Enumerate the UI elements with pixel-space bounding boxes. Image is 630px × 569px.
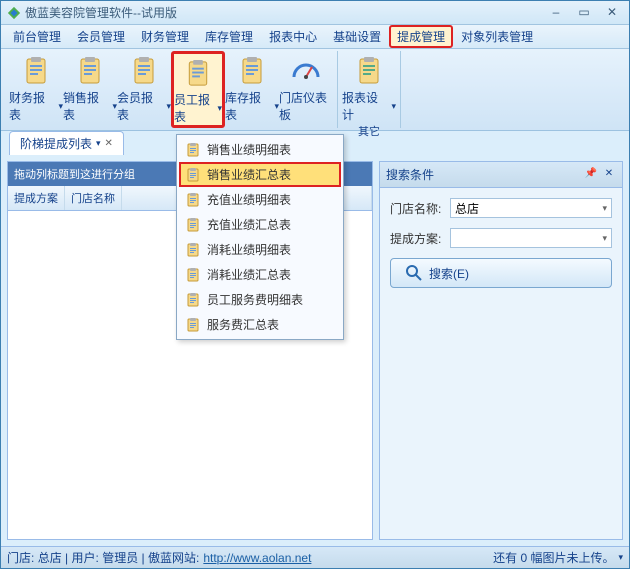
finance-report-button[interactable]: 财务报表▾ [9,51,63,128]
menu-item[interactable]: 库存管理 [197,25,261,48]
chevron-down-icon: ▾ [96,138,101,149]
clipboard-icon [185,142,201,158]
dropdown-item[interactable]: 消耗业绩明细表 [179,237,341,262]
menu-item[interactable]: 财务管理 [133,25,197,48]
maximize-button[interactable]: ▭ [573,5,595,21]
search-button[interactable]: 搜索(E) [390,258,612,288]
dropdown-item-label: 销售业绩明细表 [207,141,291,158]
search-panel: 搜索条件 📌 ✕ 门店名称: 总店 ▾ 提成方案: [379,161,623,540]
store-value: 总店 [455,200,479,217]
dropdown-item-label: 员工服务费明细表 [207,291,303,308]
app-logo-icon [7,6,21,20]
dropdown-item-label: 消耗业绩汇总表 [207,266,291,283]
chevron-down-icon: ▾ [602,203,607,214]
search-panel-title: 搜索条件 [386,166,434,183]
clipboard-icon [74,55,106,87]
column-header[interactable]: 门店名称 [65,186,122,210]
menu-item[interactable]: 对象列表管理 [453,25,541,48]
pin-icon[interactable]: 📌 [584,168,598,182]
menu-item[interactable]: 前台管理 [5,25,69,48]
tab-commission-list[interactable]: 阶梯提成列表 ▾ ✕ [9,131,124,155]
clipboard-icon [236,55,268,87]
tab-close-icon[interactable]: ✕ [105,138,113,149]
status-site-link[interactable]: http://www.aolan.net [203,551,311,565]
clipboard-icon [185,292,201,308]
toolbar-button-label: 会员报表 [117,89,164,123]
toolbar-button-label: 门店仪表板 [279,89,333,123]
panel-close-icon[interactable]: ✕ [602,168,616,182]
status-store-label: 门店: [7,549,34,566]
menu-item[interactable]: 基础设置 [325,25,389,48]
stock-report-button[interactable]: 库存报表▾ [225,51,279,128]
toolbar-button-label: 销售报表 [63,89,110,123]
status-store-value: 总店 [38,549,62,566]
plan-label: 提成方案: [390,230,450,247]
chevron-down-icon: ▾ [217,103,222,114]
clipboard-icon [182,58,214,89]
tab-label: 阶梯提成列表 [20,135,92,152]
store-label: 门店名称: [390,200,450,217]
dropdown-item[interactable]: 充值业绩汇总表 [179,212,341,237]
toolbar-button-label: 财务报表 [9,89,56,123]
window-title: 傲蓝美容院管理软件--试用版 [25,4,545,21]
report-design-button[interactable]: 报表设计▾ [342,51,396,123]
dropdown-item[interactable]: 充值业绩明细表 [179,187,341,212]
clipboard-icon [185,217,201,233]
dropdown-item-label: 销售业绩汇总表 [207,166,291,183]
search-icon [405,264,423,282]
staff-report-dropdown: 销售业绩明细表销售业绩汇总表充值业绩明细表充值业绩汇总表消耗业绩明细表消耗业绩汇… [176,134,344,340]
column-header[interactable]: 提成方案 [8,186,65,210]
status-upload: 还有 0 幅图片未上传。 [493,549,614,566]
status-user-label: 用户: [72,549,99,566]
chevron-down-icon: ▾ [391,101,396,112]
clipboard-icon [185,267,201,283]
menu-item[interactable]: 报表中心 [261,25,325,48]
status-user-value: 管理员 [102,549,138,566]
chevron-down-icon: ▾ [618,552,623,563]
dropdown-item-label: 服务费汇总表 [207,316,279,333]
dropdown-item[interactable]: 销售业绩汇总表 [179,162,341,187]
chevron-down-icon: ▾ [602,233,607,244]
dashboard-button[interactable]: 门店仪表板 [279,51,333,128]
clipboard-icon [128,55,160,87]
search-panel-header: 搜索条件 📌 ✕ [380,162,622,188]
clipboard-icon [20,55,52,87]
toolbar-group-label: 其它 [358,123,380,141]
clipboard-icon [185,317,201,333]
clipboard-icon [185,167,201,183]
dropdown-item[interactable]: 员工服务费明细表 [179,287,341,312]
dropdown-item-label: 充值业绩汇总表 [207,216,291,233]
clipboard-icon [185,242,201,258]
staff-report-button[interactable]: 员工报表▾ [171,51,225,128]
member-report-button[interactable]: 会员报表▾ [117,51,171,128]
minimize-button[interactable]: – [545,5,567,21]
dropdown-item[interactable]: 服务费汇总表 [179,312,341,337]
close-button[interactable]: ✕ [601,5,623,21]
sales-report-button[interactable]: 销售报表▾ [63,51,117,128]
toolbar: 财务报表▾销售报表▾会员报表▾员工报表▾库存报表▾门店仪表板报表设计▾其它 [1,49,629,131]
titlebar: 傲蓝美容院管理软件--试用版 – ▭ ✕ [1,1,629,25]
clipboard-icon [353,55,385,87]
toolbar-button-label: 员工报表 [174,91,215,125]
menu-item[interactable]: 会员管理 [69,25,133,48]
dropdown-item[interactable]: 销售业绩明细表 [179,137,341,162]
toolbar-button-label: 库存报表 [225,89,272,123]
dropdown-item-label: 消耗业绩明细表 [207,241,291,258]
statusbar: 门店: 总店 | 用户: 管理员 | 傲蓝网站: http://www.aola… [1,546,629,568]
store-select[interactable]: 总店 ▾ [450,198,612,218]
dropdown-item[interactable]: 消耗业绩汇总表 [179,262,341,287]
status-site-label: 傲蓝网站: [148,549,199,566]
menubar: 前台管理会员管理财务管理库存管理报表中心基础设置提成管理对象列表管理 [1,25,629,49]
search-button-label: 搜索(E) [429,265,469,282]
menu-item[interactable]: 提成管理 [389,25,453,48]
toolbar-button-label: 报表设计 [342,89,389,123]
dropdown-item-label: 充值业绩明细表 [207,191,291,208]
plan-select[interactable]: ▾ [450,228,612,248]
gauge-icon [290,55,322,87]
clipboard-icon [185,192,201,208]
